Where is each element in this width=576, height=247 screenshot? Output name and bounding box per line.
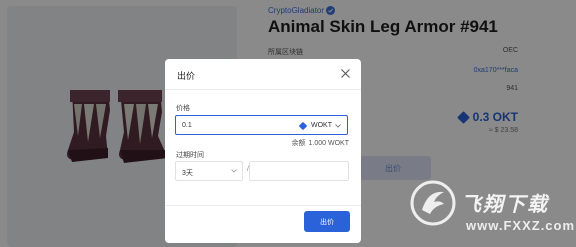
- chevron-down-icon: [231, 169, 237, 173]
- balance-label: 余额: [291, 140, 306, 147]
- expiry-select[interactable]: 3天: [175, 161, 243, 181]
- price-label: 价格: [176, 105, 190, 112]
- price-field: WOKT: [175, 115, 348, 135]
- watermark-logo: [410, 180, 456, 226]
- bid-modal: 出价 价格 WOKT 余额1.000 WOKT 过期时间 3天 / 出价: [165, 59, 361, 243]
- modal-title: 出价: [177, 71, 196, 81]
- currency-label: WOKT: [311, 122, 332, 129]
- expiry-time-input[interactable]: [249, 161, 349, 181]
- watermark-url: www.FXXZ.com: [466, 218, 576, 233]
- modal-header: 出价: [165, 59, 361, 90]
- submit-bid-button[interactable]: 出价: [304, 211, 350, 232]
- watermark: 飞翔下载 www.FXXZ.com: [404, 176, 576, 247]
- modal-divider: [165, 205, 361, 206]
- price-input[interactable]: [176, 116, 294, 134]
- expiry-value: 3天: [182, 170, 193, 177]
- close-icon[interactable]: [340, 68, 351, 79]
- wallet-balance: 余额 1.000 WOKT: [292, 138, 349, 148]
- expiry-label: 过期时间: [176, 152, 204, 159]
- okt-token-icon: [298, 121, 308, 130]
- chevron-down-icon: [335, 123, 341, 128]
- currency-select[interactable]: WOKT: [298, 120, 341, 131]
- watermark-title: 飞翔下载: [461, 194, 549, 216]
- balance-value: 1.000 WOKT: [308, 140, 349, 147]
